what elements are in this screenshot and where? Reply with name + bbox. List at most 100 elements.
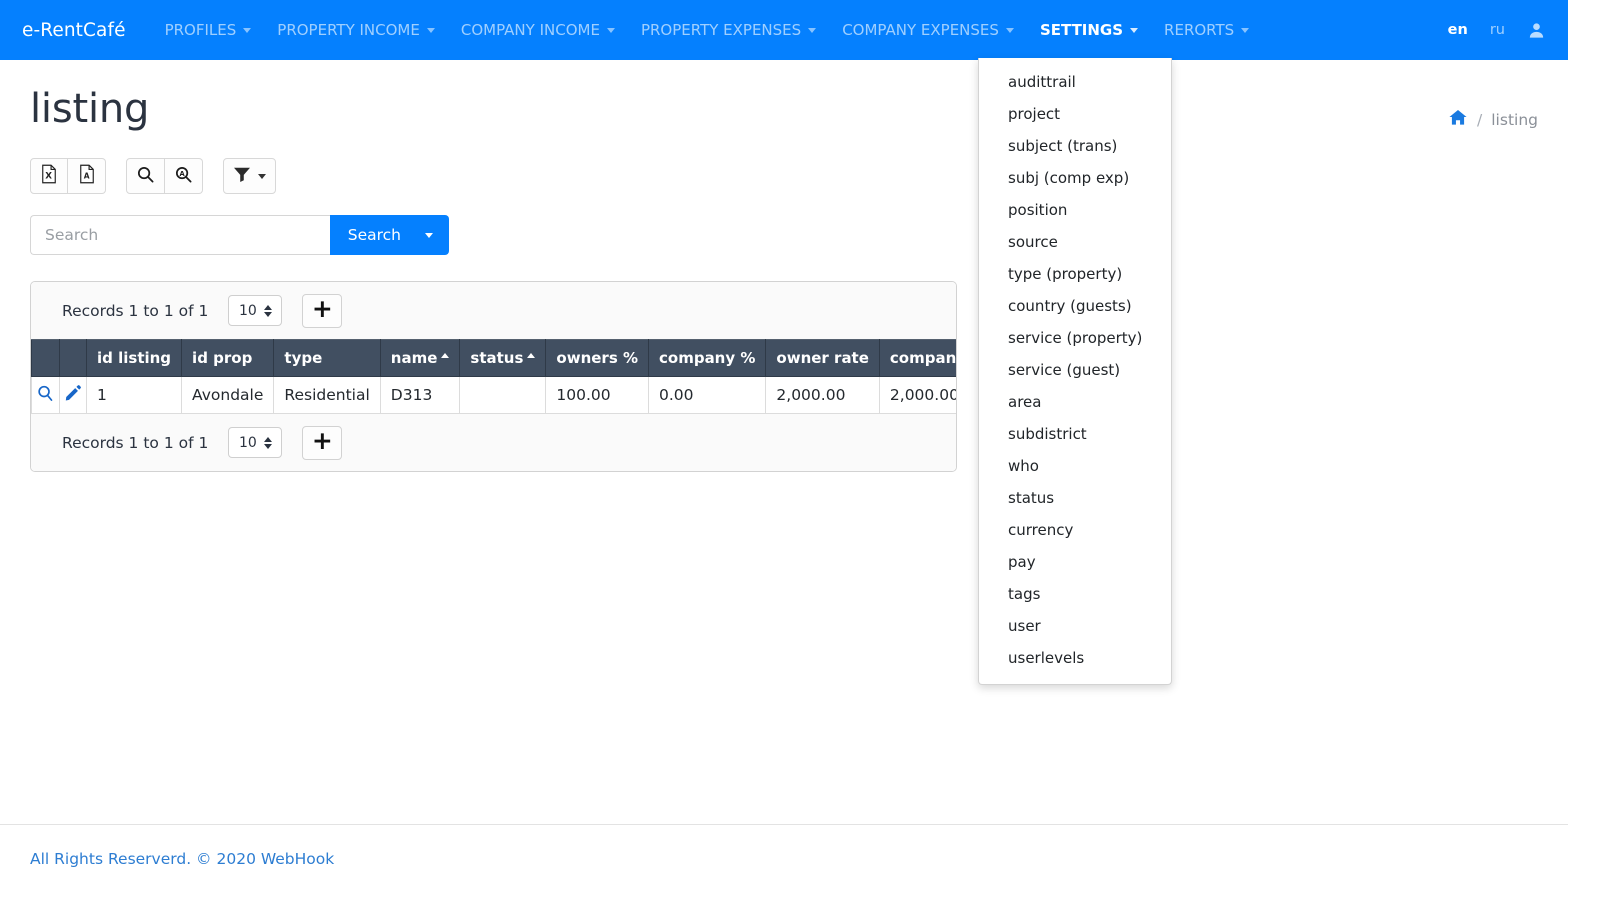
- cell-name: D313: [379, 376, 461, 414]
- chevron-down-icon: [243, 27, 252, 33]
- brand-logo[interactable]: e-RentCafé: [22, 20, 126, 41]
- chevron-down-icon: [1130, 27, 1139, 33]
- magnifier-icon: [136, 165, 155, 188]
- nav-item-property-income[interactable]: PROPERTY INCOME: [264, 0, 448, 60]
- page-size-select[interactable]: 10: [228, 295, 283, 326]
- pdf-file-icon: A: [78, 164, 96, 188]
- col-owners-pct[interactable]: owners %: [545, 339, 649, 377]
- records-card: Records 1 to 1 of 1 10 + id listing id p…: [30, 281, 957, 472]
- add-record-button[interactable]: +: [302, 425, 343, 460]
- dropdown-item-service-property[interactable]: service (property): [979, 322, 1171, 354]
- dropdown-item-tags[interactable]: tags: [979, 578, 1171, 610]
- pager-top: Records 1 to 1 of 1 10 +: [31, 282, 956, 339]
- breadcrumb: / listing: [1448, 82, 1538, 131]
- dropdown-item-userlevels[interactable]: userlevels: [979, 642, 1171, 674]
- svg-text:A: A: [179, 169, 185, 177]
- nav-item-rerorts[interactable]: RERORTS: [1151, 0, 1262, 60]
- advanced-search-button[interactable]: A: [165, 158, 203, 194]
- home-icon[interactable]: [1448, 108, 1468, 131]
- sort-asc-icon: [441, 353, 450, 358]
- page-footer: All Rights Reserverd. © 2020 WebHook: [0, 824, 1568, 900]
- cell-owner-rate: 2,000.00: [765, 376, 880, 414]
- col-edit: [59, 339, 87, 377]
- magnifier-icon[interactable]: [36, 385, 55, 407]
- dropdown-item-audittrail[interactable]: audittrail: [979, 66, 1171, 98]
- nav-item-label: PROPERTY INCOME: [277, 21, 420, 39]
- dropdown-item-country-guests[interactable]: country (guests): [979, 290, 1171, 322]
- search-button[interactable]: [126, 158, 165, 194]
- breadcrumb-separator: /: [1477, 110, 1483, 129]
- dropdown-item-position[interactable]: position: [979, 194, 1171, 226]
- col-view: [31, 339, 60, 377]
- dropdown-item-user[interactable]: user: [979, 610, 1171, 642]
- table-row: 1 Avondale Residential D313 100.00 0.00 …: [31, 376, 956, 414]
- page-title: listing: [30, 86, 150, 132]
- col-owner-rate[interactable]: owner rate: [765, 339, 880, 377]
- nav-item-profiles[interactable]: PROFILES: [152, 0, 265, 60]
- col-status[interactable]: status: [459, 339, 547, 377]
- sort-asc-icon: [527, 353, 536, 358]
- pencil-icon[interactable]: [64, 385, 82, 406]
- row-view-cell[interactable]: [31, 376, 60, 414]
- dropdown-item-who[interactable]: who: [979, 450, 1171, 482]
- table-head: id listing id prop type name status owne…: [31, 339, 956, 377]
- col-company-rate[interactable]: company rate: [878, 339, 956, 377]
- nav-item-company-income[interactable]: COMPANY INCOME: [448, 0, 628, 60]
- nav-item-property-expenses[interactable]: PROPERTY EXPENSES: [628, 0, 829, 60]
- dropdown-item-source[interactable]: source: [979, 226, 1171, 258]
- page-size-select[interactable]: 10: [228, 427, 283, 458]
- lang-en-link[interactable]: en: [1448, 22, 1468, 38]
- chevron-down-icon: [425, 232, 433, 238]
- funnel-icon: [233, 166, 251, 186]
- cell-type: Residential: [273, 376, 381, 414]
- dropdown-item-area[interactable]: area: [979, 386, 1171, 418]
- dropdown-item-type-property[interactable]: type (property): [979, 258, 1171, 290]
- chevron-down-icon: [258, 173, 266, 179]
- add-record-button[interactable]: +: [302, 293, 343, 328]
- dropdown-item-currency[interactable]: currency: [979, 514, 1171, 546]
- cell-status: [459, 376, 547, 414]
- col-company-pct[interactable]: company %: [647, 339, 767, 377]
- col-type[interactable]: type: [273, 339, 381, 377]
- spinner-arrows-icon: [263, 436, 272, 449]
- search-input[interactable]: [30, 215, 330, 255]
- svg-text:A: A: [83, 172, 89, 181]
- dropdown-item-subject-trans[interactable]: subject (trans): [979, 130, 1171, 162]
- dropdown-item-subdistrict[interactable]: subdistrict: [979, 418, 1171, 450]
- chevron-down-icon: [1241, 27, 1250, 33]
- table-header-row: id listing id prop type name status owne…: [31, 339, 956, 377]
- search-options-toggle[interactable]: [419, 215, 449, 255]
- nav-item-label: PROPERTY EXPENSES: [640, 21, 802, 39]
- nav-items: PROFILES PROPERTY INCOME COMPANY INCOME …: [152, 0, 1263, 60]
- col-label: name: [390, 349, 438, 367]
- chevron-down-icon: [426, 27, 435, 33]
- export-excel-button[interactable]: X: [30, 158, 68, 194]
- row-edit-cell[interactable]: [59, 376, 87, 414]
- nav-item-label: COMPANY EXPENSES: [842, 21, 999, 39]
- nav-item-company-expenses[interactable]: COMPANY EXPENSES: [829, 0, 1027, 60]
- nav-item-label: RERORTS: [1164, 21, 1235, 39]
- user-icon[interactable]: [1527, 21, 1546, 40]
- cell-id-prop: Avondale: [181, 376, 275, 414]
- page-size-value: 10: [238, 434, 257, 451]
- dropdown-item-pay[interactable]: pay: [979, 546, 1171, 578]
- dropdown-item-status[interactable]: status: [979, 482, 1171, 514]
- col-label: status: [470, 349, 524, 367]
- cell-company-pct: 0.00: [647, 376, 767, 414]
- col-id-listing[interactable]: id listing: [85, 339, 183, 377]
- filter-button[interactable]: [223, 158, 276, 194]
- breadcrumb-current: listing: [1491, 110, 1538, 129]
- col-name[interactable]: name: [379, 339, 461, 377]
- search-submit-button[interactable]: Search: [329, 215, 419, 255]
- chevron-down-icon: [808, 27, 817, 33]
- dropdown-item-subj-comp-exp[interactable]: subj (comp exp): [979, 162, 1171, 194]
- nav-item-settings[interactable]: SETTINGS: [1027, 0, 1151, 60]
- col-id-prop[interactable]: id prop: [181, 339, 275, 377]
- export-pdf-button[interactable]: A: [68, 158, 106, 194]
- export-button-group: X A: [30, 158, 106, 194]
- dropdown-item-project[interactable]: project: [979, 98, 1171, 130]
- navbar-right: en ru: [1448, 21, 1568, 40]
- dropdown-item-service-guest[interactable]: service (guest): [979, 354, 1171, 386]
- cell-company-rate: 2,000.00: [878, 376, 956, 414]
- lang-ru-link[interactable]: ru: [1490, 22, 1505, 38]
